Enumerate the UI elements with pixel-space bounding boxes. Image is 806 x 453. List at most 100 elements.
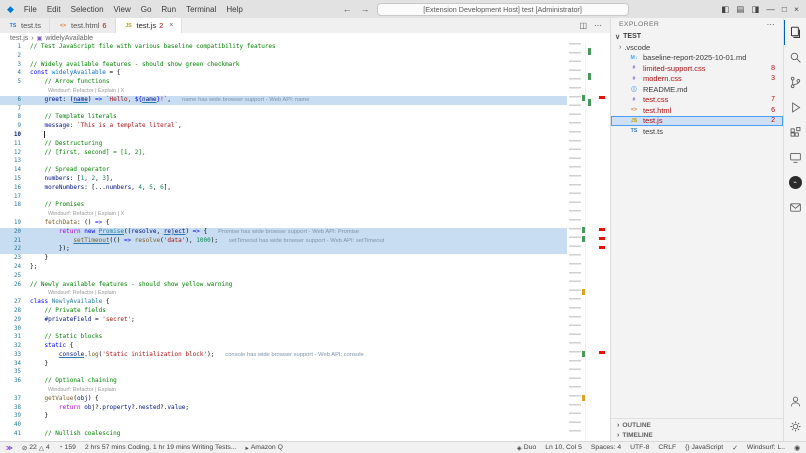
formatter-status[interactable]: ✓ [732,444,738,452]
code-line[interactable]: 6 greet: (name) => `Hello, ${name}!`,nam… [0,96,567,105]
code-line[interactable]: 36 // Optional chaining [0,377,567,386]
account-icon[interactable] [784,389,806,414]
menu-selection[interactable]: Selection [66,3,109,16]
file-test.js[interactable]: JStest.js2 [611,116,783,127]
time-tracking[interactable]: 2 hrs 57 mins Coding, 1 hr 19 mins Writi… [85,444,237,451]
code-line[interactable]: 15 numbers: [1, 2, 3], [0,175,567,184]
code-line[interactable]: 7 [0,105,567,114]
code-line[interactable]: 13 [0,157,567,166]
file-.vscode[interactable]: ›.vscode [611,42,783,53]
code-line[interactable]: 26// Newly available features - should s… [0,281,567,290]
menu-view[interactable]: View [109,3,136,16]
code-line[interactable]: 17 [0,193,567,202]
extensions-activity-icon[interactable] [784,120,806,145]
menu-run[interactable]: Run [156,3,181,16]
file-modern.css[interactable]: #modern.css3 [611,74,783,85]
tab-test.ts[interactable]: TStest.ts [0,18,50,33]
problems-indicator[interactable]: ⊘ 22 △ 4 [22,444,50,452]
code-editor[interactable]: 1// Test JavaScript file with various ba… [0,43,610,441]
code-line[interactable]: 24}; [0,263,567,272]
code-line[interactable]: 19 fetchData: () => { [0,219,567,228]
forward-icon[interactable]: → [359,4,372,14]
workspace-section[interactable]: ∨ TEST [611,31,783,42]
sidebar-section-outline[interactable]: ›OUTLINE [611,420,783,430]
command-center-search[interactable]: [Extension Development Host] test [Admin… [377,3,629,16]
menu-help[interactable]: Help [221,3,247,16]
code-line[interactable]: 41 // Nullish coalescing [0,430,567,439]
language-mode[interactable]: {} JavaScript [685,444,723,451]
toggle-sidebar-icon[interactable]: ◧ [721,4,729,15]
code-line[interactable]: 33 console.log('Static initialization bl… [0,351,567,360]
code-line[interactable]: 11 // Destructuring [0,140,567,149]
run-debug-activity-icon[interactable] [784,95,806,120]
code-line[interactable]: 5 // Arrow functions [0,78,567,87]
code-line[interactable]: 4const widelyAvailable = { [0,69,567,78]
codelens-row[interactable]: Windsurf: Refactor | Explain [0,289,567,298]
toggle-panel-icon[interactable]: ▤ [736,4,744,15]
maximize-icon[interactable]: □ [782,4,787,14]
menu-terminal[interactable]: Terminal [181,3,221,16]
file-test.html[interactable]: <>test.html6 [611,105,783,116]
back-icon[interactable]: ← [341,4,354,14]
code-line[interactable]: 1// Test JavaScript file with various ba… [0,43,567,52]
windsurf-status[interactable]: Windsurf: L.. [747,444,785,451]
breadcrumb-file[interactable]: test.js [10,35,28,42]
code-line[interactable]: 37 getValue(obj) { [0,395,567,404]
code-line[interactable]: 8 // Template literals [0,113,567,122]
file-README.md[interactable]: ⓘREADME.md [611,84,783,95]
duo-status[interactable]: ◈ Duo [517,444,536,452]
code-line[interactable]: 39 } [0,412,567,421]
code-line[interactable]: 38 return obj?.property?.nested?.value; [0,404,567,413]
code-line[interactable]: 25 [0,272,567,281]
code-line[interactable]: 21 setTimeout(() => resolve('data'), 100… [0,237,567,246]
tab-test.html[interactable]: <>test.html6 [50,18,116,33]
codelens-row[interactable]: Windsurf: Refactor | Explain [0,386,567,395]
code-line[interactable]: 28 // Private fields [0,307,567,316]
explorer-more-icon[interactable]: ⋯ [767,20,775,29]
notifications-bell-icon[interactable]: ◉ [794,444,800,452]
file-baseline-report-2025-10-01.md[interactable]: M↓baseline-report-2025-10-01.md [611,53,783,64]
menu-go[interactable]: Go [136,3,157,16]
source-control-activity-icon[interactable] [784,70,806,95]
codelens-row[interactable]: Windsurf: Refactor | Explain | X [0,210,567,219]
file-limited-support.css[interactable]: #limited-support.css8 [611,63,783,74]
code-line[interactable]: 27class NewlyAvailable { [0,298,567,307]
remote-explorer-activity-icon[interactable] [784,145,806,170]
code-line[interactable]: 16 moreNumbers: [...numbers, 4, 5, 6], [0,184,567,193]
code-line[interactable]: 31 // Static blocks [0,333,567,342]
inbox-activity-icon[interactable] [784,195,806,220]
eol-sequence[interactable]: CRLF [658,444,676,451]
explorer-activity-icon[interactable] [784,20,806,45]
split-editor-icon[interactable]: ◫ [579,21,587,30]
code-line[interactable]: 23 } [0,254,567,263]
search-activity-icon[interactable] [784,45,806,70]
code-line[interactable]: 40 [0,421,567,430]
sidebar-section-timeline[interactable]: ›TIMELINE [611,430,783,440]
code-line[interactable]: 29 #privateField = 'secret'; [0,316,567,325]
code-line[interactable]: 30 [0,325,567,334]
amazon-q-status[interactable]: ▸ Amazon Q [246,444,283,452]
minimap[interactable] [567,43,585,441]
cascade-activity-icon[interactable]: ⌁ [784,170,806,195]
code-line[interactable]: 35 [0,368,567,377]
close-tab-icon[interactable]: × [169,22,173,29]
breadcrumb-symbol[interactable]: widelyAvailable [45,35,93,42]
indentation[interactable]: Spaces: 4 [591,444,621,451]
more-actions-icon[interactable]: ⋯ [594,21,602,30]
menu-edit[interactable]: Edit [42,3,66,16]
code-line[interactable]: 20 return new Promise((resolve, reject) … [0,228,567,237]
code-line[interactable]: 12 // [first, second] = [1, 2], [0,149,567,158]
code-line[interactable]: 10 [0,131,567,140]
counter-indicator[interactable]: ◔ 159 [59,444,76,451]
file-test.ts[interactable]: TStest.ts [611,126,783,137]
scrollbar-overview-ruler[interactable] [585,43,608,441]
encoding[interactable]: UTF-8 [630,444,649,451]
cursor-position[interactable]: Ln 10, Col 5 [545,444,582,451]
tab-test.js[interactable]: JStest.js2× [116,18,183,33]
menu-file[interactable]: File [19,3,42,16]
codelens-row[interactable]: Windsurf: Refactor | Explain | X [0,87,567,96]
code-line[interactable]: 32 static { [0,342,567,351]
code-line[interactable]: 3// Widely available features - should s… [0,61,567,70]
code-line[interactable]: 34 } [0,360,567,369]
code-line[interactable]: 9 message: `This is a template literal`, [0,122,567,131]
